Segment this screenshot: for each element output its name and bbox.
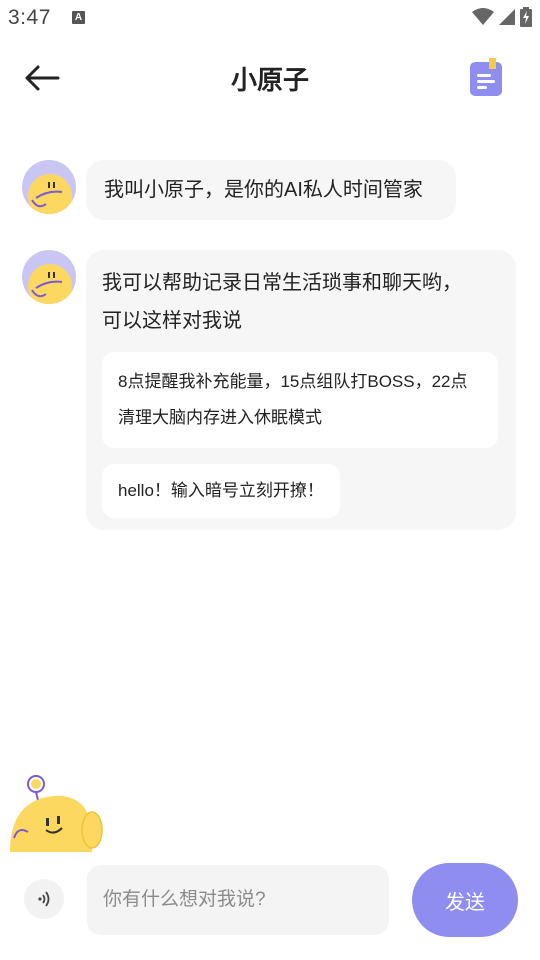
status-bar: 3:47 A xyxy=(0,0,540,36)
status-icons xyxy=(472,7,532,27)
voice-button[interactable] xyxy=(24,879,64,919)
voice-icon xyxy=(38,891,50,907)
page-title: 小原子 xyxy=(230,65,309,95)
chat-bubble: 我可以帮助记录日常生活琐事和聊天哟， 可以这样对我说 8点提醒我补充能量，15点… xyxy=(86,250,516,530)
battery-icon xyxy=(520,7,532,27)
input-bar: 发送 xyxy=(0,862,540,938)
status-time: 3:47 xyxy=(8,6,51,29)
suggestion-text-line: 8点提醒我补充能量，15点组队打BOSS，22点 xyxy=(118,372,468,391)
message-text-line: 可以这样对我说 xyxy=(102,310,242,332)
message-text: 我叫小原子，是你的AI私人时间管家 xyxy=(104,179,423,201)
wifi-icon xyxy=(472,8,494,25)
message-text-line: 我可以帮助记录日常生活琐事和聊天哟， xyxy=(102,272,462,294)
notebook-icon xyxy=(470,58,502,96)
atom-mascot-icon xyxy=(10,775,103,852)
chat-bubble: 我叫小原子，是你的AI私人时间管家 xyxy=(86,160,456,220)
notes-button[interactable] xyxy=(468,58,504,98)
bot-avatar xyxy=(22,250,76,304)
suggestion-chip[interactable]: hello！输入暗号立刻开撩！ xyxy=(102,464,340,518)
send-button[interactable]: 发送 xyxy=(412,863,518,937)
atom-mascot-icon xyxy=(28,174,72,214)
header: 小原子 xyxy=(0,40,540,116)
bot-avatar xyxy=(22,160,76,214)
atom-mascot-icon xyxy=(28,264,72,304)
suggestion-text-line: hello！输入暗号立刻开撩！ xyxy=(118,481,324,500)
suggestion-text-line: 清理大脑内存进入休眠模式 xyxy=(118,408,322,427)
mascot-illustration xyxy=(8,772,104,852)
signal-icon xyxy=(499,9,515,25)
suggestion-chip[interactable]: 8点提醒我补充能量，15点组队打BOSS，22点 清理大脑内存进入休眠模式 xyxy=(102,352,498,448)
notification-icon: A xyxy=(72,11,85,24)
message-input[interactable] xyxy=(87,865,389,935)
